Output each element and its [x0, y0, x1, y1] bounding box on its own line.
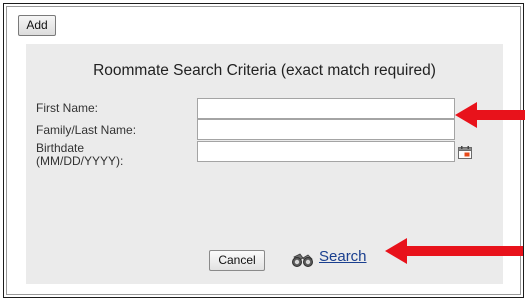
binoculars-icon[interactable] — [290, 252, 318, 268]
cancel-button[interactable]: Cancel — [209, 250, 265, 271]
calendar-icon[interactable] — [458, 146, 472, 159]
panel-title: Roommate Search Criteria (exact match re… — [93, 62, 436, 79]
birthdate-label-line2: (MM/DD/YYYY): — [36, 154, 124, 168]
search-link[interactable]: Search — [319, 248, 367, 265]
last-name-input[interactable] — [197, 119, 455, 140]
last-name-label: Family/Last Name: — [36, 123, 137, 137]
birthdate-label: Birthdate (MM/DD/YYYY): — [36, 142, 123, 168]
birthdate-input[interactable] — [197, 141, 455, 162]
red-arrow-icon — [385, 238, 523, 264]
red-arrow-icon — [455, 102, 525, 128]
add-button[interactable]: Add — [18, 15, 56, 36]
first-name-input[interactable] — [197, 98, 455, 119]
first-name-label: First Name: — [36, 101, 99, 115]
